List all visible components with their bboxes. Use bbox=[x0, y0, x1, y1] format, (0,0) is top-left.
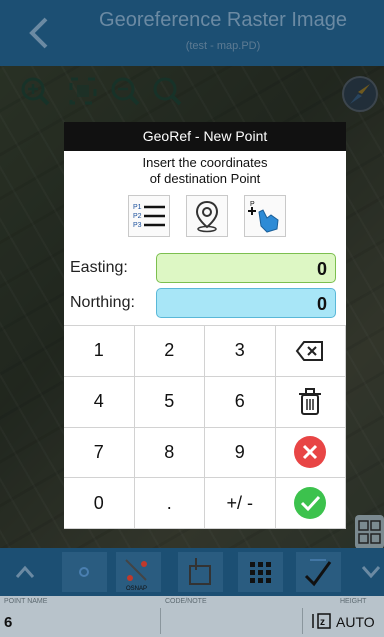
bottom-toolbar: OSNAP bbox=[0, 548, 384, 596]
svg-text:P3: P3 bbox=[133, 222, 142, 229]
point-marker-button[interactable] bbox=[62, 552, 107, 592]
point-name-value[interactable]: 6 bbox=[4, 614, 12, 631]
osnap-label: OSNAP bbox=[126, 586, 147, 592]
keypad-key[interactable]: 9 bbox=[205, 427, 276, 479]
backspace-key[interactable] bbox=[275, 326, 346, 377]
keypad-key[interactable]: 3 bbox=[205, 326, 276, 377]
keypad-key[interactable]: 6 bbox=[205, 376, 276, 428]
dialog-message: Insert the coordinates of destination Po… bbox=[64, 155, 346, 187]
keypad-key[interactable]: 4 bbox=[64, 376, 135, 428]
dialog-message-line-1: Insert the coordinates bbox=[142, 155, 268, 170]
confirm-key[interactable] bbox=[275, 478, 346, 529]
northing-input[interactable]: 0 bbox=[156, 288, 336, 318]
keypad-key[interactable]: 5 bbox=[134, 376, 205, 428]
height-mode-value[interactable]: AUTO bbox=[336, 614, 375, 630]
point-list-button[interactable]: P1 P2 P3 bbox=[128, 195, 170, 237]
info-divider bbox=[160, 608, 161, 634]
info-divider bbox=[302, 608, 303, 634]
grid-dots-icon bbox=[250, 562, 271, 583]
svg-text:P1: P1 bbox=[133, 204, 142, 211]
keypad-key[interactable]: 7 bbox=[64, 427, 135, 479]
clear-key[interactable] bbox=[275, 376, 346, 428]
easting-input[interactable]: 0 bbox=[156, 253, 336, 283]
keypad-key[interactable]: 1 bbox=[64, 326, 135, 377]
dialog-message-line-2: of destination Point bbox=[149, 171, 261, 186]
confirm-check-icon bbox=[294, 487, 327, 520]
input-method-toolbar: P1 P2 P3 P bbox=[128, 195, 288, 239]
height-mode-icon[interactable]: z bbox=[308, 612, 332, 630]
northing-label: Northing: bbox=[70, 294, 135, 311]
grid-layers-icon bbox=[358, 520, 381, 544]
keypad-key[interactable]: . bbox=[134, 478, 205, 529]
height-label: HEIGHT bbox=[340, 598, 367, 605]
point-info-bar: POINT NAME CODE/NOTE HEIGHT 6 z AUTO bbox=[0, 596, 384, 637]
map-pin-icon bbox=[195, 200, 219, 233]
pick-on-map-button[interactable]: P bbox=[244, 195, 286, 237]
map-pin-button[interactable] bbox=[186, 195, 228, 237]
back-arrow-icon[interactable] bbox=[22, 16, 56, 50]
keypad-key[interactable]: 2 bbox=[134, 326, 205, 377]
trash-icon bbox=[299, 387, 322, 415]
backspace-icon bbox=[295, 340, 324, 361]
keypad-grid-button[interactable] bbox=[238, 552, 283, 592]
dot-marker-icon bbox=[79, 567, 89, 577]
code-note-label: CODE/NOTE bbox=[165, 598, 207, 605]
numeric-keypad: 1 2 3 4 5 6 7 8 9 0. +/ - bbox=[64, 325, 346, 529]
dialog-title: GeoRef - New Point bbox=[64, 122, 346, 151]
cancel-key[interactable] bbox=[275, 427, 346, 479]
keypad-key[interactable]: +/ - bbox=[205, 478, 276, 529]
osnap-button[interactable]: OSNAP bbox=[116, 552, 161, 592]
svg-text:P: P bbox=[250, 201, 255, 208]
page-subtitle: (test - map.PD) bbox=[185, 40, 261, 52]
easting-label: Easting: bbox=[70, 259, 128, 276]
check-measure-icon bbox=[304, 559, 332, 587]
tap-hand-icon: P bbox=[248, 201, 279, 233]
osnap-icon: OSNAP bbox=[125, 559, 147, 592]
keypad-key[interactable]: 8 bbox=[134, 427, 205, 479]
keypad-key[interactable]: 0 bbox=[64, 478, 135, 529]
chevron-down-icon[interactable] bbox=[360, 562, 382, 582]
top-bar: Georeference Raster Image (test - map.PD… bbox=[0, 0, 384, 66]
svg-text:z: z bbox=[320, 617, 325, 628]
point-name-label: POINT NAME bbox=[4, 598, 48, 605]
new-point-dialog: GeoRef - New Point Insert the coordinate… bbox=[64, 122, 346, 529]
point-list-icon: P1 P2 P3 bbox=[133, 204, 165, 229]
ruler-hand-icon bbox=[189, 558, 211, 585]
measure-button[interactable] bbox=[296, 552, 341, 592]
easting-row: Easting: 0 bbox=[64, 252, 346, 286]
svg-text:P2: P2 bbox=[133, 213, 142, 220]
northing-row: Northing: 0 bbox=[64, 287, 346, 321]
chevron-up-icon[interactable] bbox=[14, 562, 36, 582]
cancel-x-icon bbox=[294, 436, 327, 469]
stakeout-button[interactable] bbox=[178, 552, 223, 592]
page-title: Georeference Raster Image bbox=[99, 9, 347, 31]
layers-button[interactable] bbox=[355, 515, 384, 549]
